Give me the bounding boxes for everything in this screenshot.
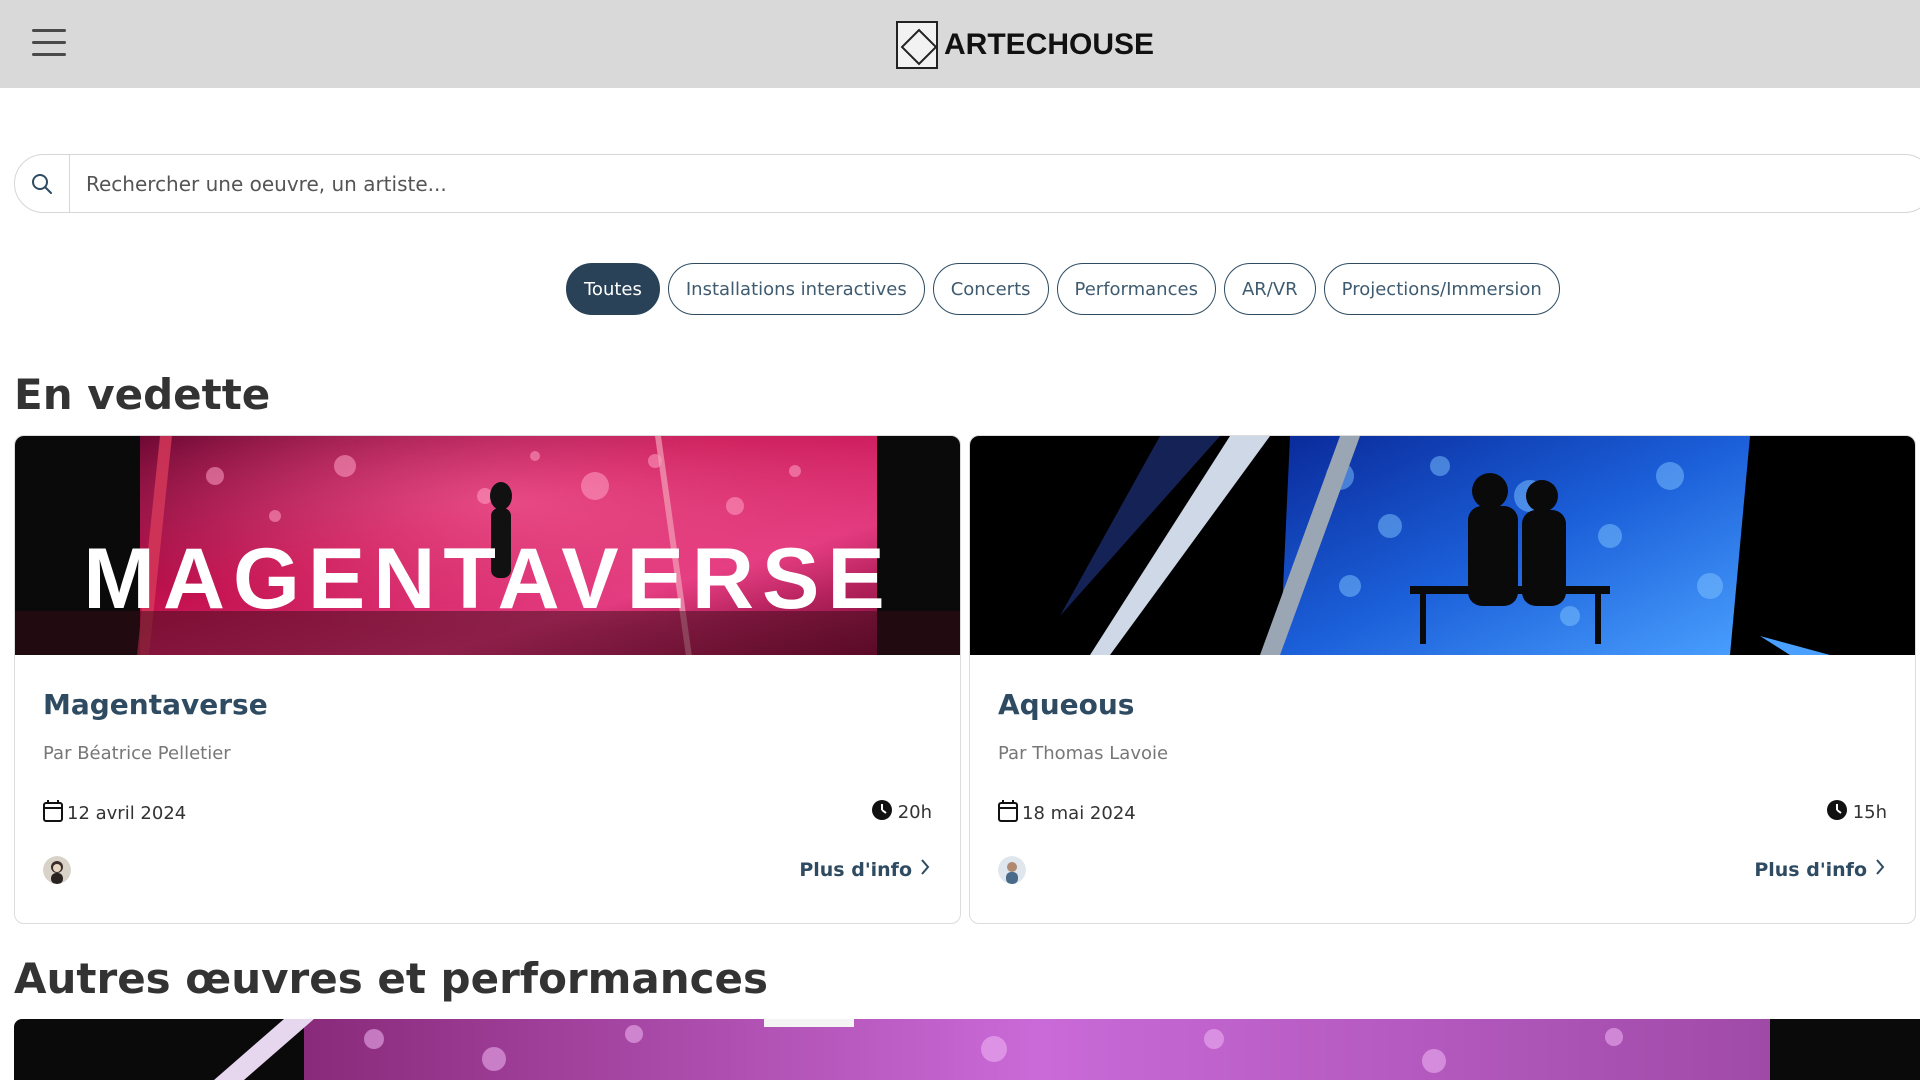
search-icon[interactable]: [15, 155, 70, 212]
search-input[interactable]: [70, 171, 1770, 196]
magentaverse-banner-text: MAGENTAVERSE: [83, 531, 893, 627]
calendar-icon: [43, 800, 63, 827]
calendar-icon: [998, 800, 1018, 827]
event-date-text: 12 avril 2024: [67, 803, 187, 824]
event-card-aqueous[interactable]: Aqueous Par Thomas Lavoie 18 mai 2024 15…: [969, 435, 1916, 924]
chevron-right-icon: [1875, 858, 1885, 881]
event-image-magentaverse: MAGENTAVERSE: [15, 436, 960, 655]
event-author: Par Thomas Lavoie: [998, 743, 1169, 764]
event-time-text: 20h: [897, 802, 932, 823]
event-title[interactable]: Magentaverse: [43, 688, 268, 721]
event-image-aqueous: [970, 436, 1915, 655]
filter-chip-toutes[interactable]: Toutes: [566, 263, 660, 315]
clock-icon: [1826, 800, 1847, 825]
filter-chip-ar-vr[interactable]: AR/VR: [1223, 263, 1316, 315]
other-works-section-title: Autres œuvres et performances: [14, 954, 769, 1003]
event-title[interactable]: Aqueous: [998, 688, 1134, 721]
hamburger-menu-icon[interactable]: [32, 27, 68, 59]
category-filters: Toutes Installations interactives Concer…: [566, 263, 1560, 315]
event-date-text: 18 mai 2024: [1022, 803, 1136, 824]
artechouse-logo-icon: [896, 21, 938, 69]
more-info-link[interactable]: Plus d'info: [799, 858, 930, 881]
clock-icon: [871, 800, 892, 825]
event-date: 12 avril 2024: [43, 800, 186, 827]
more-info-label: Plus d'info: [1754, 858, 1867, 881]
chevron-right-icon: [920, 858, 930, 881]
filter-chip-performances[interactable]: Performances: [1056, 263, 1216, 315]
filter-chip-installations-interactives[interactable]: Installations interactives: [667, 263, 925, 315]
brand-logo-link[interactable]: ARTECHOUSE: [896, 20, 1154, 70]
event-author: Par Béatrice Pelletier: [43, 743, 231, 764]
artist-avatar[interactable]: [43, 856, 71, 884]
top-navigation-bar: ARTECHOUSE: [0, 0, 1920, 88]
filter-chip-projections-immersion[interactable]: Projections/Immersion: [1323, 263, 1560, 315]
event-date: 18 mai 2024: [998, 800, 1136, 827]
event-time: 20h: [871, 800, 932, 825]
artist-avatar[interactable]: [998, 856, 1026, 884]
search-bar: [14, 154, 1920, 213]
event-time-text: 15h: [1852, 802, 1887, 823]
event-card-magentaverse[interactable]: MAGENTAVERSE Magentaverse Par Béatrice P…: [14, 435, 961, 924]
filter-chip-concerts[interactable]: Concerts: [932, 263, 1049, 315]
featured-section-title: En vedette: [14, 370, 271, 419]
more-info-link[interactable]: Plus d'info: [1754, 858, 1885, 881]
event-image-other-work[interactable]: [14, 1019, 1920, 1080]
brand-name: ARTECHOUSE: [944, 28, 1155, 61]
more-info-label: Plus d'info: [799, 858, 912, 881]
event-time: 15h: [1826, 800, 1887, 825]
